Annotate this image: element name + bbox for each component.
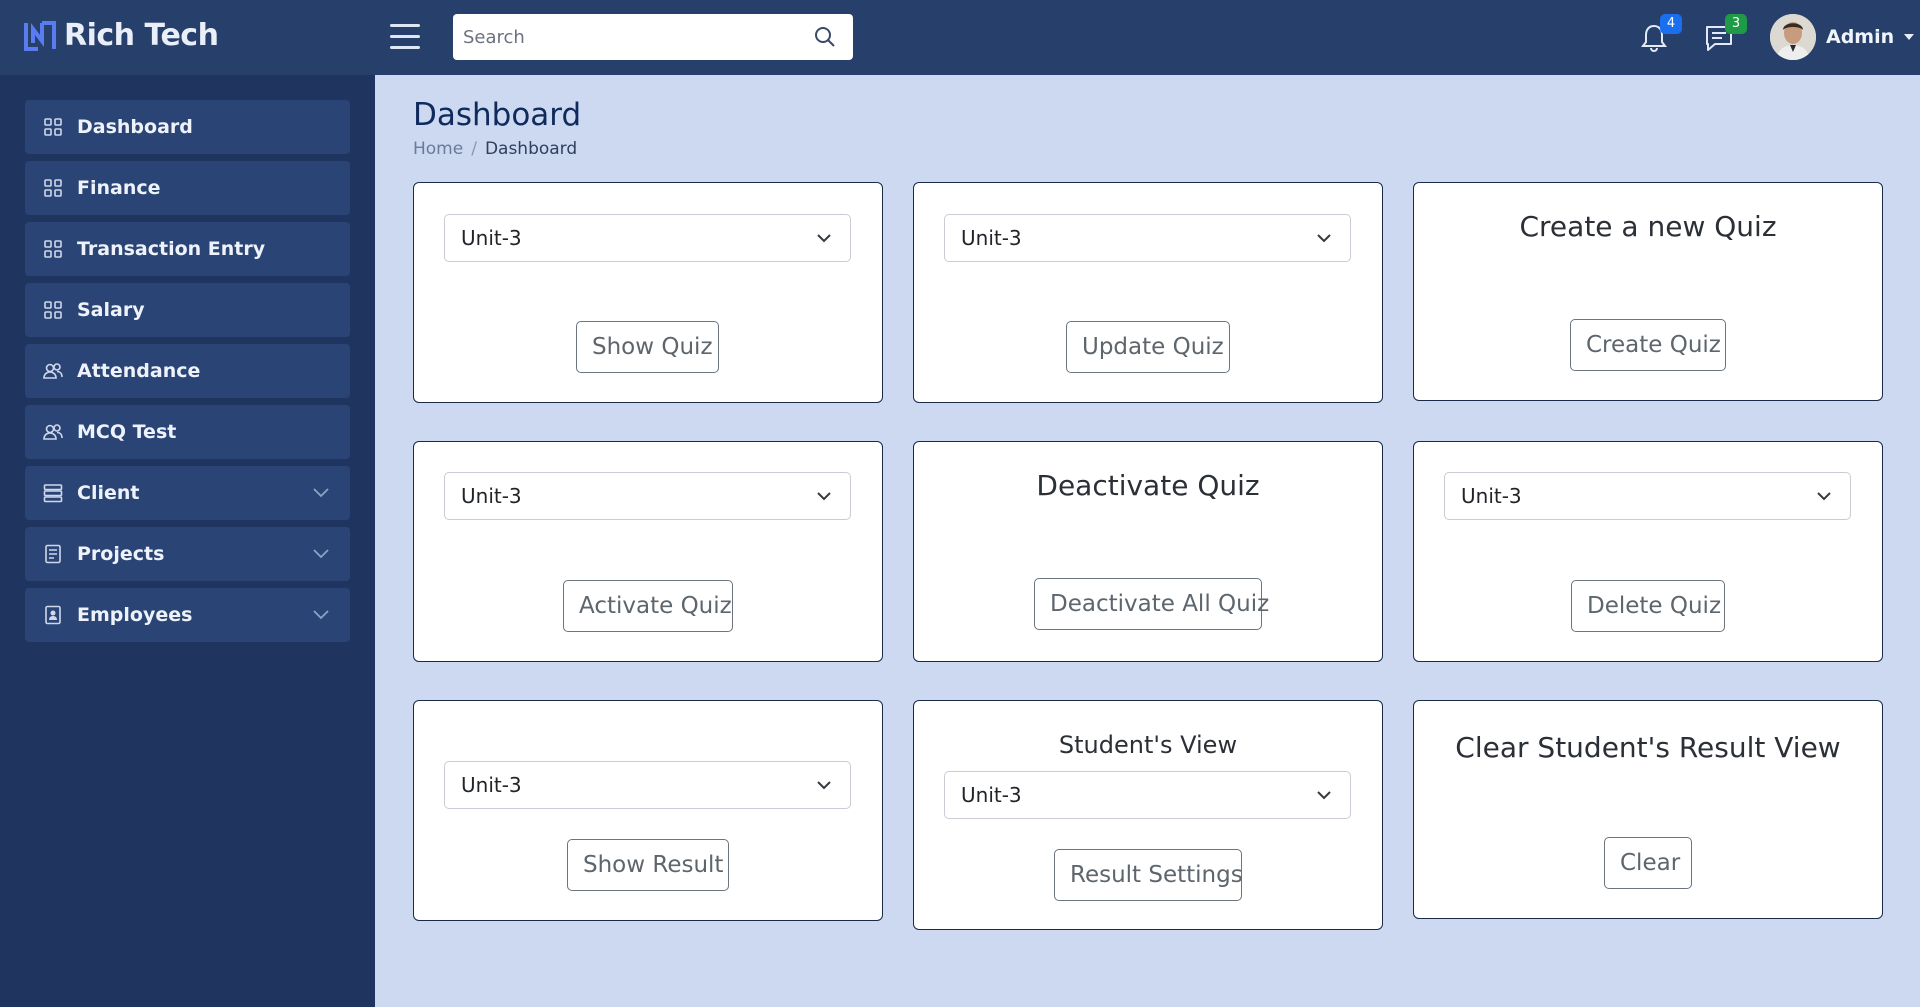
show-quiz-button[interactable]: Show Quiz <box>576 321 719 373</box>
sidebar-item-client[interactable]: Client <box>25 466 350 520</box>
sidebar-item-transaction-entry[interactable]: Transaction Entry <box>25 222 350 276</box>
unit-select-value: Unit-3 <box>461 484 522 508</box>
create-quiz-card: Create a new Quiz Create Quiz <box>1413 182 1883 401</box>
document-icon <box>45 544 61 564</box>
deactivate-quiz-card: Deactivate Quiz Deactivate All Quiz <box>913 441 1383 662</box>
grid-icon <box>44 240 62 258</box>
hamburger-line <box>390 24 420 27</box>
hamburger-line <box>390 35 420 38</box>
user-profile-menu[interactable]: Admin <box>1770 14 1915 60</box>
sidebar-item-attendance[interactable]: Attendance <box>25 344 350 398</box>
unit-select-value: Unit-3 <box>1461 484 1522 508</box>
search-icon[interactable] <box>813 25 837 49</box>
sidebar-item-label: Attendance <box>77 360 201 382</box>
chevron-down-icon <box>313 610 329 620</box>
sidebar-item-label: Finance <box>77 177 161 199</box>
avatar <box>1770 14 1816 60</box>
chevron-down-icon <box>1817 492 1831 501</box>
grid-icon <box>44 301 62 319</box>
brand-logo[interactable]: Rich Tech <box>24 18 219 53</box>
unit-select[interactable]: Unit-3 <box>444 472 851 520</box>
create-quiz-title: Create a new Quiz <box>1519 210 1777 243</box>
chevron-down-icon <box>1317 234 1331 243</box>
badge-icon <box>45 605 61 625</box>
search-bar <box>453 14 853 60</box>
sidebar: Dashboard Finance Transaction Entry Sala… <box>0 75 375 1007</box>
unit-select-value: Unit-3 <box>461 773 522 797</box>
clear-results-card: Clear Student's Result View Clear <box>1413 700 1883 919</box>
hamburger-line <box>390 46 420 49</box>
sidebar-item-employees[interactable]: Employees <box>25 588 350 642</box>
result-settings-button[interactable]: Result Settings <box>1054 849 1243 901</box>
sidebar-item-dashboard[interactable]: Dashboard <box>25 100 350 154</box>
search-input[interactable] <box>453 26 793 48</box>
server-icon <box>43 484 63 503</box>
users-icon <box>43 363 63 379</box>
sidebar-item-label: Projects <box>77 543 165 565</box>
breadcrumb-current: Dashboard <box>484 139 578 159</box>
messages-button[interactable]: 3 <box>1703 14 1747 54</box>
sidebar-item-label: Transaction Entry <box>77 238 266 260</box>
sidebar-item-label: MCQ Test <box>77 421 177 443</box>
show-quiz-card: Unit-3 Show Quiz <box>413 182 883 403</box>
sidebar-item-label: Salary <box>77 299 145 321</box>
chevron-down-icon <box>1904 34 1915 40</box>
activate-quiz-button[interactable]: Activate Quiz <box>563 580 733 632</box>
sidebar-item-finance[interactable]: Finance <box>25 161 350 215</box>
sidebar-item-projects[interactable]: Projects <box>25 527 350 581</box>
menu-toggle-button[interactable] <box>390 24 420 50</box>
delete-quiz-button[interactable]: Delete Quiz <box>1571 580 1725 632</box>
sidebar-item-label: Dashboard <box>77 116 193 138</box>
students-view-card: Student's View Unit-3 Result Settings <box>913 700 1383 930</box>
chevron-down-icon <box>313 549 329 559</box>
unit-select[interactable]: Unit-3 <box>944 771 1351 819</box>
grid-icon <box>44 118 62 136</box>
students-view-title: Student's View <box>1058 731 1238 759</box>
unit-select[interactable]: Unit-3 <box>1444 472 1851 520</box>
breadcrumb: Home / Dashboard <box>413 139 577 159</box>
page-title: Dashboard <box>413 97 582 133</box>
delete-quiz-card: Unit-3 Delete Quiz <box>1413 441 1883 662</box>
chevron-down-icon <box>817 234 831 243</box>
activate-quiz-card: Unit-3 Activate Quiz <box>413 441 883 662</box>
chevron-down-icon <box>1317 791 1331 800</box>
clear-results-title: Clear Student's Result View <box>1455 731 1841 764</box>
deactivate-quiz-title: Deactivate Quiz <box>1036 469 1260 502</box>
sidebar-item-label: Client <box>77 482 140 504</box>
notification-count-badge: 4 <box>1660 14 1682 34</box>
logo-icon <box>24 20 56 51</box>
deactivate-all-quiz-button[interactable]: Deactivate All Quiz <box>1034 578 1269 630</box>
update-quiz-button[interactable]: Update Quiz <box>1066 321 1230 373</box>
unit-select[interactable]: Unit-3 <box>944 214 1351 262</box>
create-quiz-button[interactable]: Create Quiz <box>1570 319 1726 371</box>
brand-name: Rich Tech <box>64 18 219 53</box>
unit-select-value: Unit-3 <box>461 226 522 250</box>
update-quiz-card: Unit-3 Update Quiz <box>913 182 1383 403</box>
top-header: Rich Tech 4 3 <box>0 0 1920 75</box>
chevron-down-icon <box>817 781 831 790</box>
grid-icon <box>44 179 62 197</box>
unit-select[interactable]: Unit-3 <box>444 214 851 262</box>
sidebar-item-mcq-test[interactable]: MCQ Test <box>25 405 350 459</box>
unit-select[interactable]: Unit-3 <box>444 761 851 809</box>
unit-select-value: Unit-3 <box>961 226 1022 250</box>
sidebar-item-salary[interactable]: Salary <box>25 283 350 337</box>
user-name: Admin <box>1826 26 1895 48</box>
show-result-card: Unit-3 Show Result <box>413 700 883 921</box>
show-result-button[interactable]: Show Result <box>567 839 729 891</box>
breadcrumb-separator: / <box>471 139 477 159</box>
clear-button[interactable]: Clear <box>1604 837 1692 889</box>
notifications-button[interactable]: 4 <box>1638 14 1682 54</box>
users-icon <box>43 424 63 440</box>
unit-select-value: Unit-3 <box>961 783 1022 807</box>
chevron-down-icon <box>817 492 831 501</box>
sidebar-item-label: Employees <box>77 604 193 626</box>
chevron-down-icon <box>313 488 329 498</box>
breadcrumb-home-link[interactable]: Home <box>413 139 463 159</box>
message-count-badge: 3 <box>1725 14 1747 34</box>
